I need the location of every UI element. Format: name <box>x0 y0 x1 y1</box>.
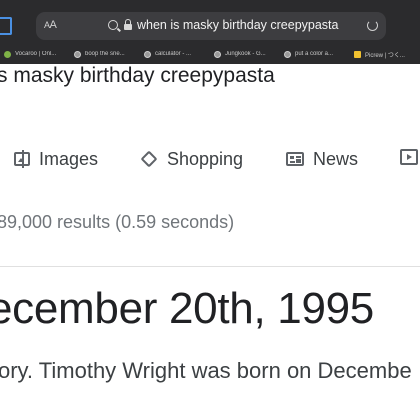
tab-calculator[interactable]: calculator - ... <box>140 50 210 58</box>
tag-icon <box>140 150 158 168</box>
picrew-icon <box>354 50 361 58</box>
bookmarks-icon[interactable] <box>0 17 12 35</box>
globe-icon <box>144 50 151 58</box>
vocaroo-icon <box>4 50 11 58</box>
tab-picrew[interactable]: Picrew | つく... <box>350 50 420 59</box>
tab-label: calculator - ... <box>155 51 192 57</box>
reload-icon[interactable] <box>367 20 378 31</box>
search-query[interactable]: s masky birthday creepypasta <box>0 64 275 88</box>
tab-shopping[interactable]: Shopping <box>140 144 243 174</box>
text-size-button[interactable]: AA <box>44 19 57 31</box>
tab-images-label: Images <box>39 148 99 169</box>
search-icon <box>108 20 118 30</box>
tab-label: boop the sne... <box>85 51 125 57</box>
address-bar[interactable]: AA when is masky birthday creepypasta <box>36 12 386 40</box>
lock-icon <box>124 19 132 30</box>
tab-bar: Vocaroo | Onl... boop the sne... calcula… <box>0 44 420 64</box>
tab-label: Picrew | つく... <box>365 52 405 59</box>
tab-boop[interactable]: boop the sne... <box>70 50 140 58</box>
tab-news[interactable]: News <box>286 144 358 174</box>
tab-label: Jungkook - G... <box>225 51 266 57</box>
tab-news-label: News <box>313 148 359 169</box>
globe-icon <box>74 50 81 58</box>
featured-answer: ecember 20th, 1995 <box>0 284 374 333</box>
search-nav: Images Shopping News <box>0 144 420 174</box>
tab-label: Vocaroo | Onl... <box>15 51 57 57</box>
browser-chrome: AA when is masky birthday creepypasta Vo… <box>0 0 420 64</box>
image-icon <box>14 152 30 166</box>
video-icon[interactable] <box>400 149 418 165</box>
tab-label: put a color a... <box>295 51 334 57</box>
tab-shopping-label: Shopping <box>167 148 244 169</box>
tab-jungkook[interactable]: Jungkook - G... <box>210 50 280 58</box>
news-icon <box>286 152 304 166</box>
tab-put-a-color[interactable]: put a color a... <box>280 50 350 58</box>
divider <box>0 266 420 267</box>
tab-vocaroo[interactable]: Vocaroo | Onl... <box>0 50 70 58</box>
tab-images[interactable]: Images <box>14 144 98 174</box>
answer-snippet: ory. Timothy Wright was born on Decembe <box>0 358 412 383</box>
globe-icon <box>284 50 291 58</box>
globe-icon <box>214 50 221 58</box>
url-text[interactable]: when is masky birthday creepypasta <box>137 18 338 32</box>
result-stats: 89,000 results (0.59 seconds) <box>0 212 235 232</box>
